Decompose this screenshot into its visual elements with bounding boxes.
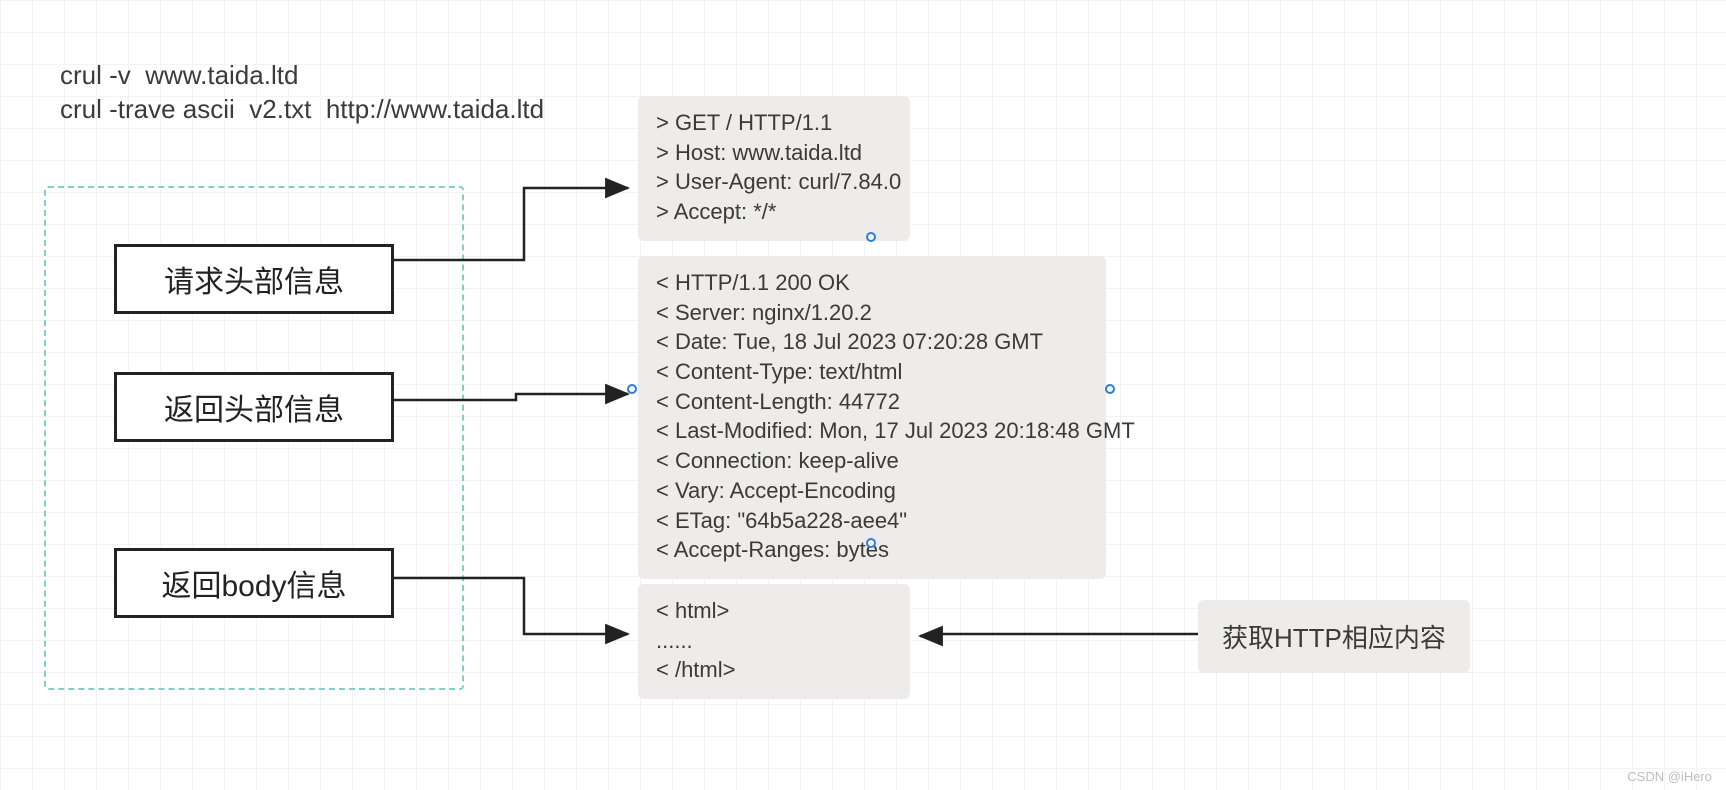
selection-handle-bottom[interactable] <box>866 538 876 548</box>
selection-handle-top[interactable] <box>866 232 876 242</box>
selection-handle-right[interactable] <box>1105 384 1115 394</box>
command-line-1: crul -v www.taida.ltd <box>60 60 298 91</box>
label-response-body: 返回body信息 <box>114 548 394 618</box>
selection-handle-left[interactable] <box>627 384 637 394</box>
label-response-header: 返回头部信息 <box>114 372 394 442</box>
panel-response-body: < html> ...... < /html> <box>638 584 910 699</box>
label-request-header: 请求头部信息 <box>114 244 394 314</box>
label-fetch-http-content: 获取HTTP相应内容 <box>1198 600 1470 673</box>
diagram-canvas: crul -v www.taida.ltd crul -trave ascii … <box>0 0 1726 790</box>
watermark: CSDN @iHero <box>1627 769 1712 784</box>
panel-response-headers: < HTTP/1.1 200 OK < Server: nginx/1.20.2… <box>638 256 1106 579</box>
panel-request-headers: > GET / HTTP/1.1 > Host: www.taida.ltd >… <box>638 96 910 241</box>
command-line-2: crul -trave ascii v2.txt http://www.taid… <box>60 94 544 125</box>
